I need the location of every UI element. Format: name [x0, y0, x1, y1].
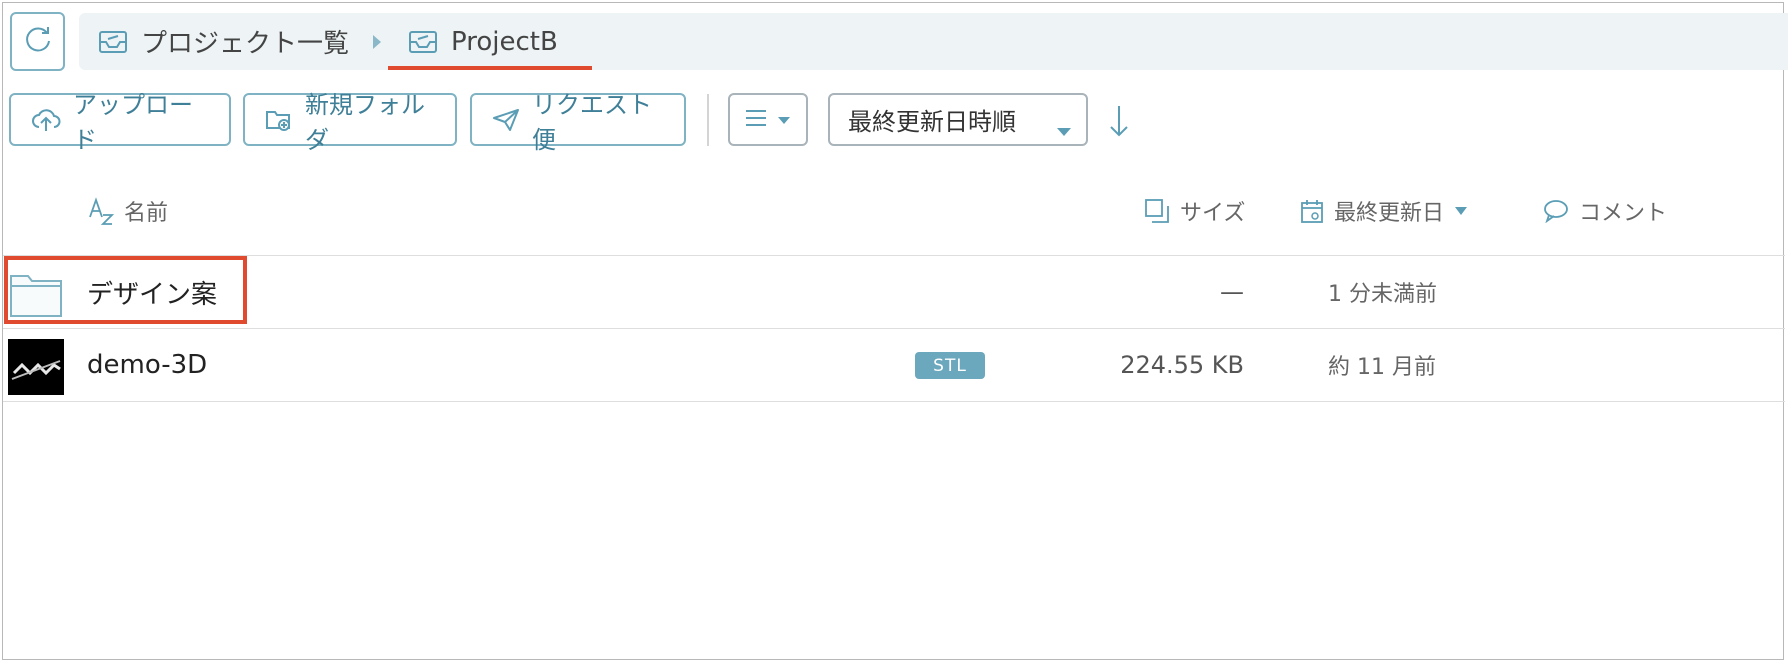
folder-highlight-annotation — [4, 256, 247, 324]
column-comment-label: コメント — [1579, 201, 1668, 226]
caret-down-icon — [1056, 115, 1072, 143]
list-icon — [745, 109, 767, 131]
request-label: リクエスト便 — [532, 90, 652, 154]
caret-down-icon — [1454, 206, 1468, 216]
paper-plane-icon — [492, 108, 520, 132]
breadcrumb-label: プロジェクト一覧 — [141, 29, 350, 59]
column-header-name[interactable]: 名前 — [88, 196, 168, 226]
table-row[interactable]: デザイン案 — 1 分未満前 — [3, 256, 1785, 328]
sort-order-value: 最終更新日時順 — [848, 108, 1016, 136]
project-icon — [409, 30, 437, 54]
column-header-comment[interactable]: コメント — [1543, 196, 1667, 226]
file-modified: 約 11 月前 — [1328, 355, 1436, 380]
column-name-label: 名前 — [124, 201, 169, 226]
breadcrumb-item-project-list[interactable]: プロジェクト一覧 — [99, 13, 349, 70]
caret-down-icon — [777, 110, 791, 129]
file-size: — — [1220, 278, 1244, 306]
column-header-modified[interactable]: 最終更新日 — [1300, 196, 1468, 226]
breadcrumb: プロジェクト一覧 ProjectB — [79, 13, 1788, 70]
folder-add-icon — [265, 108, 293, 132]
sort-direction-toggle[interactable] — [1108, 104, 1130, 142]
refresh-icon — [23, 25, 53, 59]
table-row[interactable]: demo-3D STL 224.55 KB 約 11 月前 — [3, 329, 1785, 401]
comment-icon — [1543, 199, 1569, 223]
toolbar-divider — [707, 94, 709, 146]
calendar-icon — [1300, 198, 1324, 224]
refresh-button[interactable] — [10, 12, 65, 71]
sort-alpha-icon — [88, 197, 114, 225]
project-icon — [99, 30, 127, 54]
upload-cloud-icon — [31, 107, 61, 133]
file-size: 224.55 KB — [1120, 351, 1244, 379]
upload-button[interactable]: アップロード — [9, 91, 231, 154]
file-thumbnail — [8, 339, 64, 395]
request-button[interactable]: リクエスト便 — [470, 91, 686, 154]
breadcrumb-item-current[interactable]: ProjectB — [409, 13, 558, 70]
sort-order-select[interactable]: 最終更新日時順 — [828, 93, 1088, 146]
arrow-down-icon — [1108, 106, 1130, 142]
column-modified-label: 最終更新日 — [1334, 201, 1445, 226]
row-divider — [3, 401, 1785, 402]
chevron-right-icon — [372, 34, 382, 54]
size-icon — [1144, 198, 1170, 224]
column-header-size[interactable]: サイズ — [1144, 196, 1245, 226]
file-modified: 1 分未満前 — [1328, 282, 1437, 307]
upload-label: アップロード — [73, 90, 193, 154]
view-mode-dropdown[interactable] — [728, 93, 808, 146]
file-name[interactable]: demo-3D — [87, 329, 207, 401]
file-type-badge: STL — [915, 352, 985, 379]
new-folder-button[interactable]: 新規フォルダ — [243, 91, 457, 154]
column-size-label: サイズ — [1180, 201, 1246, 226]
current-breadcrumb-underline — [388, 66, 592, 70]
breadcrumb-label: ProjectB — [451, 26, 558, 57]
new-folder-label: 新規フォルダ — [305, 90, 425, 154]
